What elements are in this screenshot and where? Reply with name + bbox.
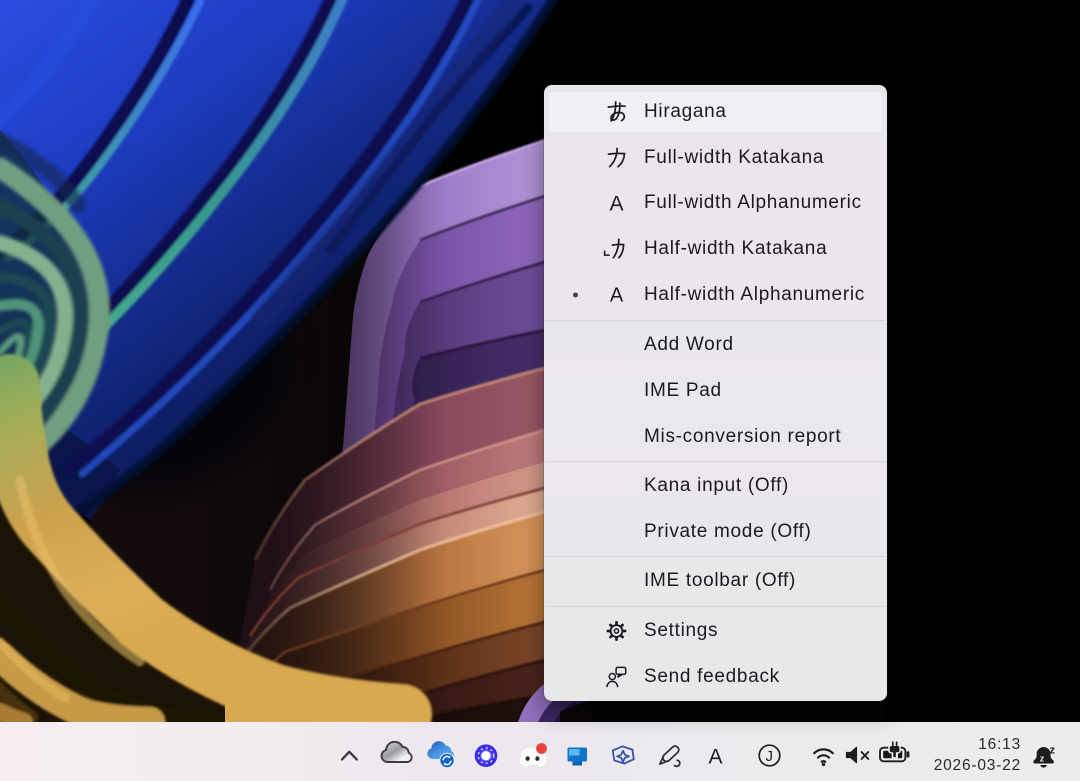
- svg-text:A: A: [709, 746, 723, 769]
- svg-text:A: A: [610, 285, 624, 307]
- svg-text:A: A: [609, 193, 623, 216]
- svg-text:z: z: [1050, 745, 1056, 757]
- svg-text:z: z: [1040, 754, 1045, 764]
- svg-text:J: J: [766, 748, 774, 765]
